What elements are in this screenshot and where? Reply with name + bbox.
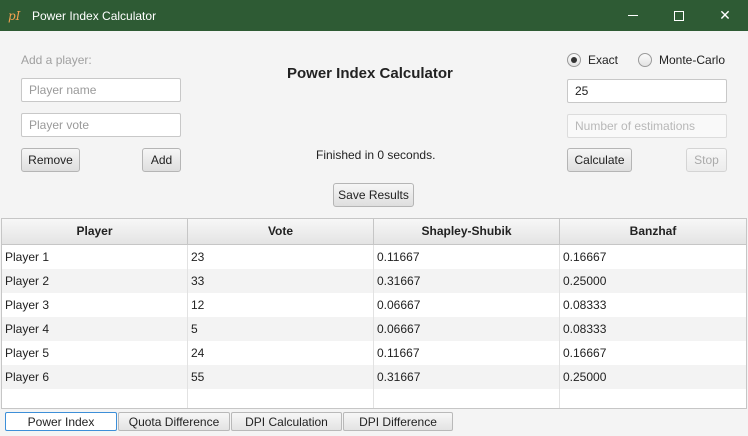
table-row[interactable]: Player 6 55 0.31667 0.25000 xyxy=(2,365,746,389)
minimize-button[interactable] xyxy=(610,0,656,31)
tab-dpi-difference[interactable]: DPI Difference xyxy=(343,412,453,431)
table-cell: 12 xyxy=(188,293,374,317)
save-results-button[interactable]: Save Results xyxy=(333,183,414,207)
table-cell: 0.31667 xyxy=(374,365,560,389)
table-cell: 0.25000 xyxy=(563,370,607,384)
table-cell: 0.08333 xyxy=(563,298,607,312)
remove-button[interactable]: Remove xyxy=(21,148,80,172)
table-cell: 0.08333 xyxy=(563,322,607,336)
tab-dpi-calculation[interactable]: DPI Calculation xyxy=(231,412,342,431)
add-player-label: Add a player: xyxy=(21,53,92,67)
table-cell: 23 xyxy=(188,245,374,269)
table-cell: 0.11667 xyxy=(374,341,560,365)
table-cell xyxy=(374,389,560,408)
table-cell xyxy=(560,389,746,408)
player-name-input[interactable]: Player name xyxy=(21,78,181,102)
stop-button[interactable]: Stop xyxy=(686,148,727,172)
app-icon: pI xyxy=(8,8,21,23)
column-header-vote[interactable]: Vote xyxy=(188,219,374,245)
page-heading: Power Index Calculator xyxy=(287,65,453,82)
table-row[interactable]: Player 2 33 0.31667 0.25000 xyxy=(2,269,746,293)
add-button[interactable]: Add xyxy=(142,148,181,172)
tab-power-index[interactable]: Power Index xyxy=(5,412,117,431)
table-cell: 0.16667 xyxy=(563,250,607,264)
table-cell xyxy=(188,389,374,408)
table-cell: 0.25000 xyxy=(563,274,607,288)
table-row[interactable]: Player 3 12 0.06667 0.08333 xyxy=(2,293,746,317)
table-cell: 0.06667 xyxy=(374,317,560,341)
table-header: Player Vote Shapley-Shubik Banzhaf xyxy=(2,219,746,245)
table-cell: Player 3 xyxy=(2,293,188,317)
minimize-icon xyxy=(628,15,638,16)
table-row[interactable]: Player 5 24 0.11667 0.16667 xyxy=(2,341,746,365)
table-cell: Player 1 xyxy=(2,245,188,269)
status-text: Finished in 0 seconds. xyxy=(316,148,436,162)
results-table[interactable]: Player Vote Shapley-Shubik Banzhaf Playe… xyxy=(1,218,747,409)
table-row[interactable]: Player 1 23 0.11667 0.16667 xyxy=(2,245,746,269)
column-header-shapley-shubik[interactable]: Shapley-Shubik xyxy=(374,219,560,245)
monte-carlo-radio-label: Monte-Carlo xyxy=(659,53,726,67)
table-row-empty[interactable] xyxy=(2,389,746,408)
table-cell: Player 2 xyxy=(2,269,188,293)
table-cell: 33 xyxy=(188,269,374,293)
window-title: Power Index Calculator xyxy=(32,8,157,23)
exact-radio[interactable] xyxy=(567,53,581,67)
table-cell: 0.06667 xyxy=(374,293,560,317)
maximize-icon xyxy=(674,10,684,21)
quota-input[interactable]: 25 xyxy=(567,79,727,103)
table-row[interactable]: Player 4 5 0.06667 0.08333 xyxy=(2,317,746,341)
table-cell: Player 4 xyxy=(2,317,188,341)
monte-carlo-radio[interactable] xyxy=(638,53,652,67)
radio-selected-dot xyxy=(571,57,577,63)
estimations-input[interactable]: Number of estimations xyxy=(567,114,727,138)
table-cell: 55 xyxy=(188,365,374,389)
player-vote-input[interactable]: Player vote xyxy=(21,113,181,137)
exact-radio-label: Exact xyxy=(588,53,619,67)
table-cell: 0.31667 xyxy=(374,269,560,293)
table-cell: Player 6 xyxy=(2,365,188,389)
maximize-button[interactable] xyxy=(656,0,702,31)
title-bar: pI Power Index Calculator ✕ xyxy=(0,0,748,31)
table-cell: Player 5 xyxy=(2,341,188,365)
calculate-button[interactable]: Calculate xyxy=(567,148,632,172)
tab-quota-difference[interactable]: Quota Difference xyxy=(118,412,230,431)
table-cell: 24 xyxy=(188,341,374,365)
column-header-banzhaf[interactable]: Banzhaf xyxy=(560,219,746,245)
close-icon: ✕ xyxy=(719,7,731,23)
table-cell: 0.16667 xyxy=(563,346,607,360)
close-button[interactable]: ✕ xyxy=(702,0,748,31)
table-cell xyxy=(2,389,188,408)
table-cell: 0.11667 xyxy=(374,245,560,269)
table-cell: 5 xyxy=(188,317,374,341)
tab-bar: Power Index Quota Difference DPI Calcula… xyxy=(0,410,748,436)
column-header-player[interactable]: Player xyxy=(2,219,188,245)
